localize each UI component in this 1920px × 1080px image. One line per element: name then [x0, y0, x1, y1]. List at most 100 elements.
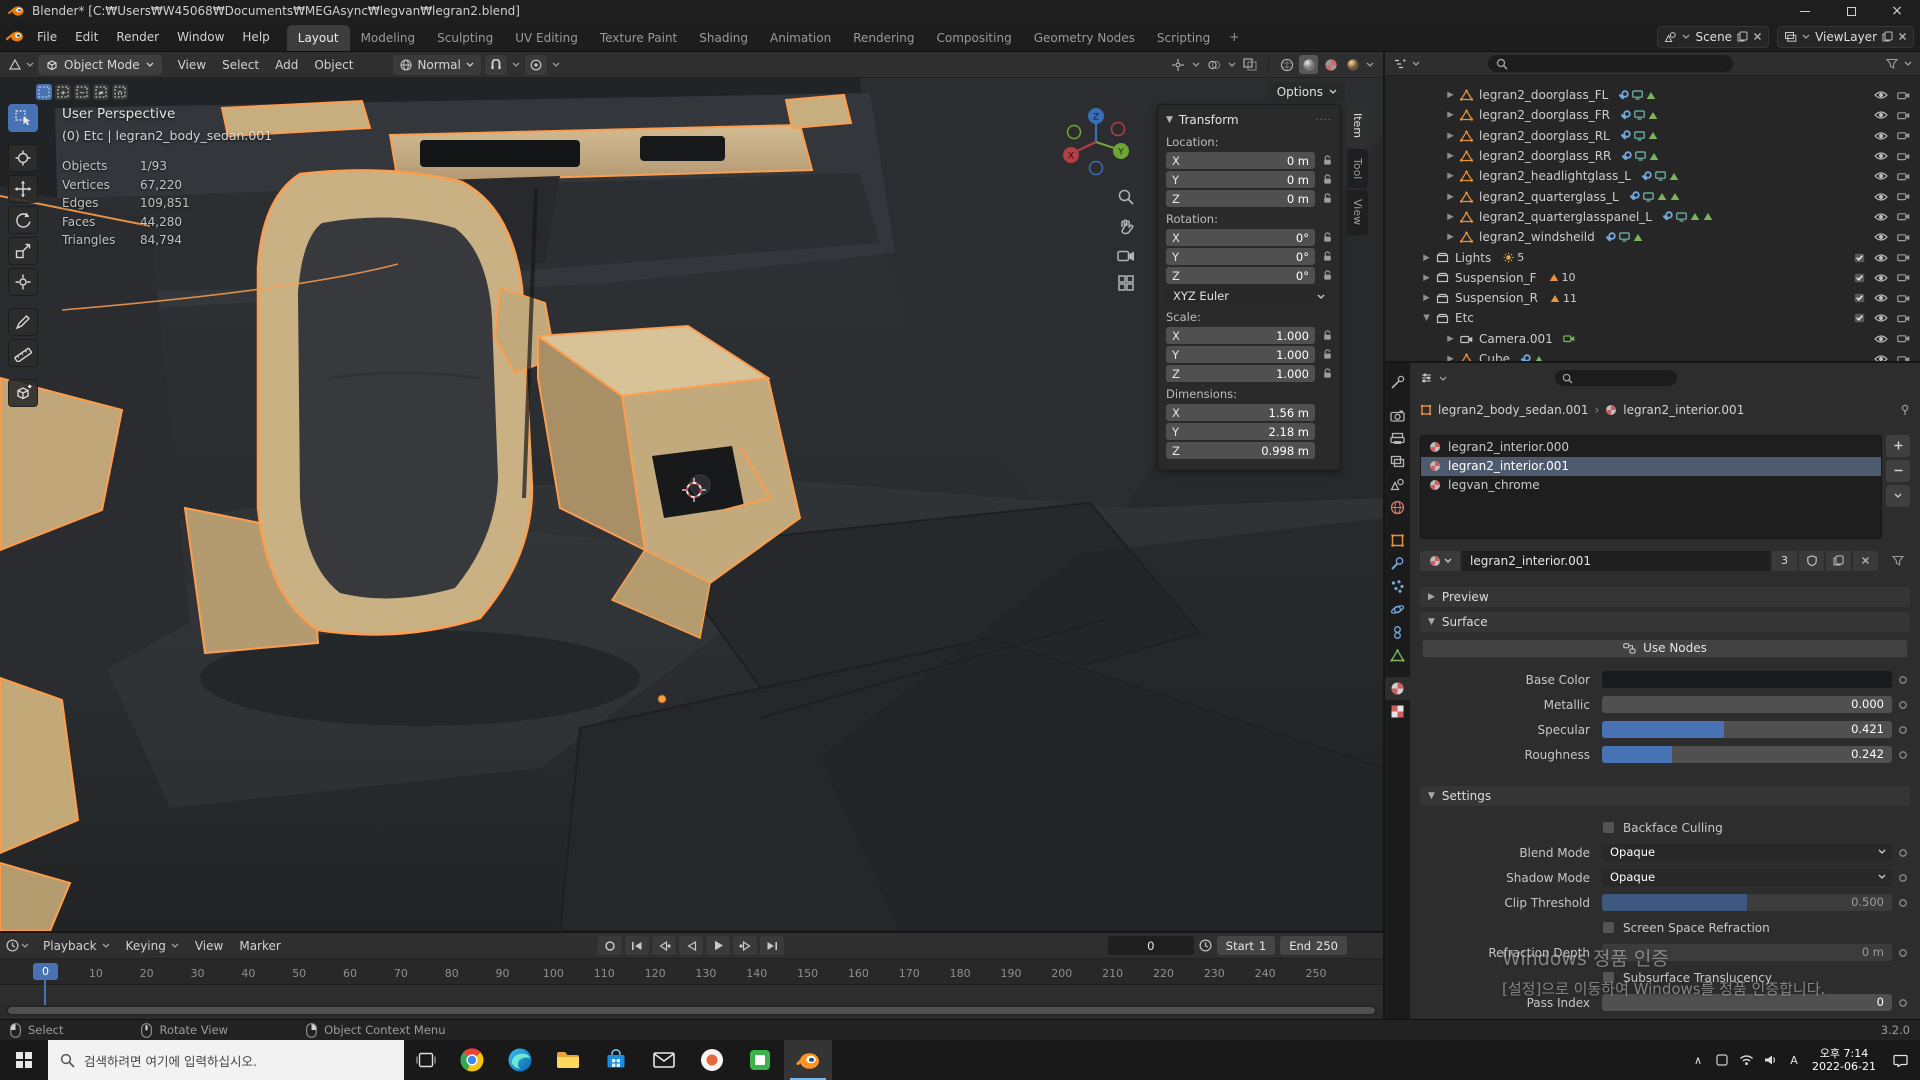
disable-render-icon[interactable] — [1897, 273, 1910, 282]
menu-render[interactable]: Render — [107, 30, 168, 44]
workspace-tab-scripting[interactable]: Scripting — [1146, 25, 1221, 51]
record-button[interactable] — [598, 936, 622, 955]
outliner-item-name[interactable]: legran2_headlightglass_L — [1479, 169, 1631, 183]
taskbar-app-app-circle[interactable] — [688, 1040, 736, 1080]
blender-app-menu-icon[interactable] — [6, 30, 24, 43]
notification-center-icon[interactable] — [1882, 1054, 1918, 1067]
properties-tab-output[interactable] — [1385, 427, 1410, 450]
timeline-tracks[interactable] — [0, 985, 1383, 1003]
hide-eye-icon[interactable] — [1874, 232, 1888, 242]
outliner-item-name[interactable]: legran2_windsheild — [1479, 230, 1595, 244]
next-keyframe-button[interactable] — [733, 936, 757, 955]
menu-window[interactable]: Window — [168, 30, 233, 44]
browse-material-button[interactable] — [1420, 551, 1460, 571]
new-view-layer-icon[interactable] — [1882, 31, 1893, 42]
timeline-menu-keying[interactable]: Keying — [118, 939, 187, 953]
outliner-row[interactable]: ▶Suspension_F10 — [1385, 268, 1920, 288]
disable-render-icon[interactable] — [1897, 253, 1910, 262]
animate-decorator-icon[interactable] — [1896, 898, 1910, 908]
subsurface-translucency-checkbox[interactable] — [1602, 971, 1615, 984]
refraction-depth-field[interactable]: 0 m — [1602, 944, 1892, 961]
overlays-options-chevron-icon[interactable] — [1228, 62, 1236, 67]
scale-x-field[interactable]: X1.000 — [1166, 327, 1315, 344]
outliner-row[interactable]: ▶legran2_quarterglasspanel_L — [1385, 207, 1920, 227]
taskbar-clock[interactable]: 오후 7:14 2022-06-21 — [1806, 1047, 1882, 1073]
transform-orientation-dropdown[interactable]: Normal — [393, 55, 480, 75]
expand-icon[interactable]: ▶ — [1443, 151, 1458, 161]
location-z-field[interactable]: Z0 m — [1166, 190, 1315, 207]
select-mode-invert-icon[interactable]: ≠ — [93, 84, 109, 100]
jump-to-start-button[interactable] — [625, 936, 649, 955]
add-cube-tool-button[interactable] — [8, 379, 38, 407]
dimensions-z-field[interactable]: Z0.998 m — [1166, 442, 1315, 459]
duplicate-material-icon[interactable] — [1826, 551, 1851, 571]
outliner-row[interactable]: ▶legran2_doorglass_FR — [1385, 105, 1920, 125]
add-slot-button[interactable] — [1886, 435, 1910, 457]
disable-render-icon[interactable] — [1897, 334, 1910, 343]
scene-selector[interactable]: Scene — [1657, 26, 1769, 48]
hide-eye-icon[interactable] — [1874, 212, 1888, 222]
outliner-row[interactable]: ▶Lights5 — [1385, 247, 1920, 267]
expand-icon[interactable]: ▶ — [1419, 273, 1434, 283]
camera-view-icon[interactable] — [1117, 248, 1135, 262]
outliner-row[interactable]: ▶legran2_doorglass_RR — [1385, 146, 1920, 166]
menu-edit[interactable]: Edit — [66, 30, 107, 44]
properties-tab-object[interactable] — [1385, 529, 1410, 552]
annotate-tool-button[interactable] — [8, 308, 38, 336]
viewport-menu-add[interactable]: Add — [267, 58, 306, 72]
expand-icon[interactable]: ▶ — [1443, 131, 1458, 141]
outliner-item-name[interactable]: Suspension_F — [1455, 271, 1537, 285]
outliner-item-name[interactable]: Lights — [1455, 251, 1491, 265]
taskbar-app-edge[interactable] — [496, 1040, 544, 1080]
taskbar-search-input[interactable]: 검색하려면 여기에 입력하십시오. — [48, 1040, 404, 1080]
material-slot[interactable]: legran2_interior.000 — [1421, 438, 1881, 457]
properties-tab-tool[interactable] — [1385, 371, 1410, 394]
blend-mode-dropdown[interactable]: Opaque — [1602, 844, 1892, 861]
outliner-item-name[interactable]: legran2_doorglass_FR — [1479, 108, 1610, 122]
slot-specials-button[interactable] — [1886, 485, 1910, 507]
outliner-item-name[interactable]: legran2_quarterglass_L — [1479, 190, 1619, 204]
move-tool-button[interactable] — [8, 175, 38, 203]
animate-decorator-icon[interactable] — [1896, 675, 1910, 685]
mode-dropdown[interactable]: Object Mode — [38, 55, 162, 75]
disable-render-icon[interactable] — [1897, 172, 1910, 181]
navigation-gizmo[interactable]: Z Y X — [1056, 102, 1136, 182]
pin-icon[interactable] — [1900, 404, 1910, 416]
taskbar-app-file-explorer[interactable] — [544, 1040, 592, 1080]
timeline-ruler[interactable]: 0 01020304050607080901001101201301401501… — [0, 959, 1383, 985]
animate-decorator-icon[interactable] — [1896, 700, 1910, 710]
properties-tab-scene[interactable] — [1385, 473, 1410, 496]
start-button[interactable] — [0, 1040, 48, 1080]
scale-y-field[interactable]: Y1.000 — [1166, 346, 1315, 363]
lock-icon[interactable] — [1315, 232, 1332, 243]
expand-icon[interactable]: ▶ — [1419, 293, 1434, 303]
lock-icon[interactable] — [1315, 349, 1332, 360]
collapse-arrow-icon[interactable]: ▼ — [1166, 115, 1173, 125]
workspace-tab-compositing[interactable]: Compositing — [925, 25, 1022, 51]
workspace-tab-shading[interactable]: Shading — [688, 25, 759, 51]
outliner-editor-icon[interactable] — [1393, 58, 1406, 70]
hide-eye-icon[interactable] — [1874, 273, 1888, 283]
location-y-field[interactable]: Y0 m — [1166, 171, 1315, 188]
end-frame-field[interactable]: End250 — [1280, 936, 1347, 955]
hide-eye-icon[interactable] — [1874, 171, 1888, 181]
play-button[interactable] — [706, 936, 730, 955]
exclude-checkbox[interactable] — [1854, 253, 1865, 263]
play-reverse-button[interactable] — [679, 936, 703, 955]
hide-eye-icon[interactable] — [1874, 313, 1888, 323]
select-box-tool-button[interactable] — [8, 104, 38, 132]
workspace-tab-modeling[interactable]: Modeling — [350, 25, 427, 51]
expand-icon[interactable]: ▶ — [1443, 212, 1458, 222]
hide-eye-icon[interactable] — [1874, 151, 1888, 161]
rotation-x-field[interactable]: X0° — [1166, 229, 1315, 246]
viewport-menu-select[interactable]: Select — [214, 58, 267, 72]
rotation-y-field[interactable]: Y0° — [1166, 248, 1315, 265]
material-slot[interactable]: legvan_chrome — [1421, 476, 1881, 495]
disable-render-icon[interactable] — [1897, 192, 1910, 201]
screen-space-refraction-checkbox[interactable] — [1602, 921, 1615, 934]
network-icon[interactable] — [1734, 1054, 1758, 1066]
outliner-row[interactable]: ▶Suspension_R11 — [1385, 288, 1920, 308]
proportional-options-chevron-icon[interactable] — [552, 62, 560, 67]
disable-render-icon[interactable] — [1897, 212, 1910, 221]
taskbar-app-app-green[interactable] — [736, 1040, 784, 1080]
